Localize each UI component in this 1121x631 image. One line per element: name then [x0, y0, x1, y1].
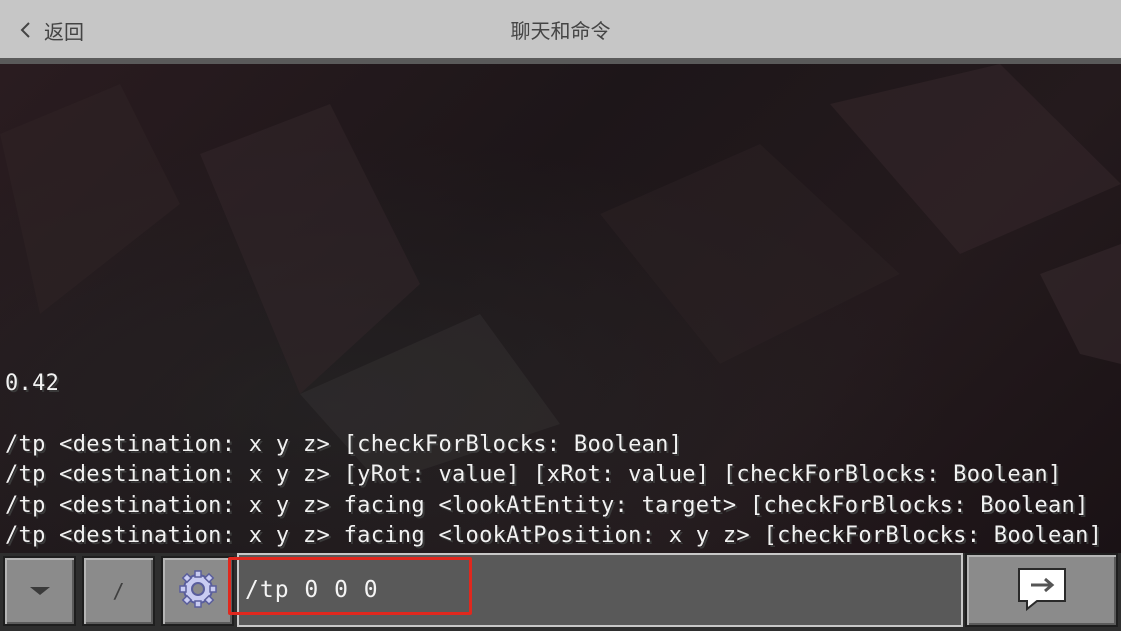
command-bar: / /tp 0 0 0 — [0, 553, 1121, 631]
chat-line: 0.42 — [5, 371, 60, 396]
slash-command-button[interactable]: / — [82, 556, 155, 626]
dropdown-button[interactable] — [3, 556, 76, 626]
arrow-right-icon — [1013, 563, 1071, 617]
game-world-view: 0.42 /tp <destination: x y z> [checkForB… — [0, 64, 1121, 553]
triangle-down-icon — [28, 582, 52, 601]
chat-log: 0.42 /tp <destination: x y z> [checkForB… — [5, 369, 1121, 552]
title-bar: 返回 聊天和命令 — [0, 0, 1121, 64]
command-input[interactable]: /tp 0 0 0 — [237, 553, 963, 627]
chat-line: /tp <destination: x y z> facing <lookAtP… — [5, 523, 1103, 548]
chat-line: /tp <destination: x y z> facing <lookAtE… — [5, 492, 1089, 518]
chat-line: /tp <destination: x y z> [yRot: value] [… — [5, 462, 1062, 487]
settings-button[interactable] — [161, 556, 234, 626]
send-button[interactable] — [965, 553, 1118, 627]
gear-icon — [178, 569, 218, 613]
page-title: 聊天和命令 — [510, 19, 611, 43]
chat-line: /tp <destination: x y z> [checkForBlocks… — [5, 431, 683, 457]
slash-label: / — [112, 579, 125, 603]
